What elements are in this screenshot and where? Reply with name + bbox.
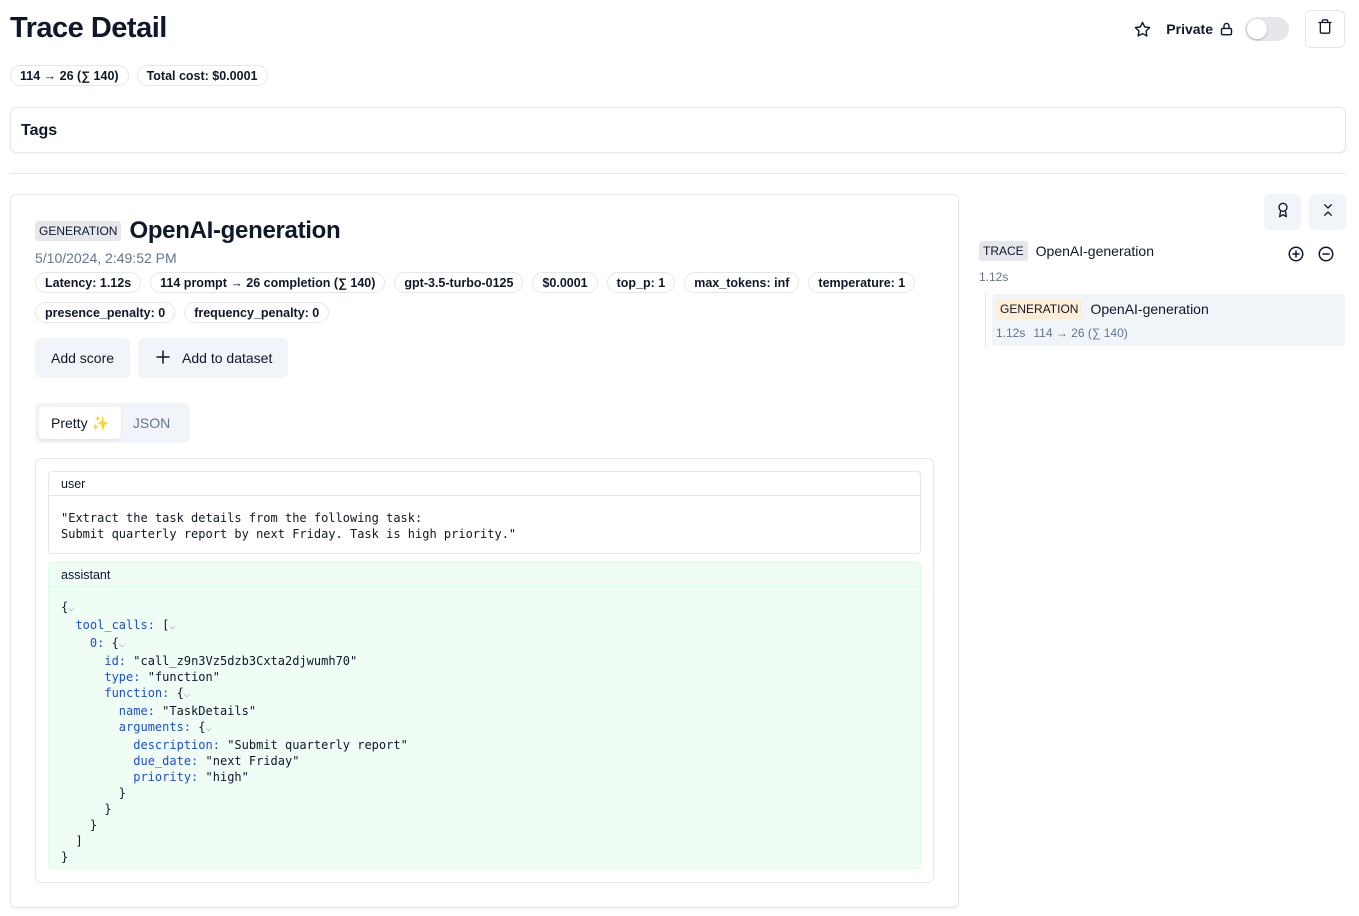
arg-description: "Submit quarterly report" (227, 738, 408, 752)
observation-header: GENERATION OpenAI-generation (35, 217, 341, 245)
tool-call-id: "call_z9n3Vz5dzb3Cxta2djwumh70" (133, 654, 358, 668)
generation-name: OpenAI-generation (1090, 301, 1209, 317)
chevrons-collapse-icon (1320, 202, 1336, 223)
header-actions: Private (1132, 10, 1345, 48)
generation-badge: GENERATION (996, 299, 1083, 319)
view-tabs: Pretty ✨ JSON (35, 403, 190, 443)
tree-connector (985, 293, 986, 347)
token-summary-pill: 114 → 26 (∑ 140) (10, 65, 129, 86)
collapse-button[interactable] (1309, 194, 1346, 230)
tab-pretty-label: Pretty (51, 415, 88, 431)
observation-pills: Latency: 1.12s 114 prompt → 26 completio… (35, 272, 935, 323)
generation-node[interactable]: GENERATION OpenAI-generation 1.12s 114 →… (992, 294, 1345, 346)
private-toggle[interactable] (1245, 17, 1289, 41)
tokens-pill: 114 prompt → 26 completion (∑ 140) (150, 272, 386, 293)
tab-json[interactable]: JSON (121, 407, 182, 439)
tab-pretty[interactable]: Pretty ✨ (39, 407, 121, 439)
observation-actions: Add score Add to dataset (35, 338, 289, 378)
total-cost-pill: Total cost: $0.0001 (136, 65, 268, 86)
tree-controls (1287, 245, 1335, 268)
star-icon[interactable] (1132, 19, 1152, 39)
chevron-down-icon[interactable]: ⌵ (119, 639, 125, 650)
arg-due-date: "next Friday" (205, 754, 300, 768)
trace-latency: 1.12s (979, 270, 1009, 284)
add-score-label: Add score (51, 350, 115, 366)
chevron-down-icon[interactable]: ⌵ (206, 723, 212, 734)
divider (10, 173, 1346, 174)
toggle-knob (1247, 19, 1267, 39)
tags-card[interactable]: Tags (10, 107, 1346, 153)
trash-icon (1317, 18, 1333, 40)
top-p-pill: top_p: 1 (606, 272, 676, 293)
user-message: user "Extract the task details from the … (48, 471, 921, 554)
lock-icon (1219, 21, 1235, 37)
trace-name: OpenAI-generation (1035, 243, 1154, 259)
chevron-down-icon[interactable]: ⌵ (184, 689, 190, 700)
trace-badge: TRACE (979, 241, 1028, 261)
function-name: "TaskDetails" (162, 704, 257, 718)
max-tokens-pill: max_tokens: inf (684, 272, 800, 293)
plus-icon (154, 348, 172, 369)
generation-tokens: 114 → 26 (∑ 140) (1033, 326, 1128, 340)
observation-timestamp: 5/10/2024, 2:49:52 PM (35, 250, 177, 266)
generation-latency: 1.12s (996, 326, 1026, 340)
frequency-penalty-pill: frequency_penalty: 0 (184, 302, 330, 323)
observation-type-badge: GENERATION (35, 221, 122, 241)
add-to-dataset-label: Add to dataset (182, 350, 273, 366)
messages-container: user "Extract the task details from the … (35, 458, 934, 883)
arg-priority: "high" (205, 770, 249, 784)
temperature-pill: temperature: 1 (808, 272, 916, 293)
delete-button[interactable] (1305, 10, 1345, 48)
cost-pill: $0.0001 (532, 272, 598, 293)
json-viewer: {⌵ tool_calls: [⌵ 0: {⌵ id: "call_z9n3Vz… (61, 600, 408, 864)
message-role: user (49, 472, 920, 496)
add-score-button[interactable]: Add score (35, 338, 131, 378)
message-content: "Extract the task details from the follo… (61, 511, 517, 541)
presence-penalty-pill: presence_penalty: 0 (35, 302, 176, 323)
sparkles-icon: ✨ (91, 414, 109, 431)
chevron-down-icon[interactable]: ⌵ (169, 621, 175, 632)
trace-node[interactable]: TRACE OpenAI-generation (979, 241, 1154, 261)
observation-card: GENERATION OpenAI-generation 5/10/2024, … (10, 194, 959, 908)
tags-title: Tags (21, 122, 58, 139)
message-role: assistant (49, 563, 920, 587)
assistant-message: assistant {⌵ tool_calls: [⌵ 0: {⌵ id: "c… (48, 562, 921, 869)
private-label: Private (1166, 21, 1213, 37)
scores-button[interactable] (1264, 194, 1301, 230)
collapse-all-icon[interactable] (1317, 245, 1335, 268)
tree-toolbar (1264, 194, 1346, 230)
award-icon (1275, 202, 1291, 223)
page-title: Trace Detail (10, 12, 167, 44)
chevron-down-icon[interactable]: ⌵ (68, 603, 74, 614)
model-pill: gpt-3.5-turbo-0125 (394, 272, 524, 293)
expand-all-icon[interactable] (1287, 245, 1305, 268)
latency-pill: Latency: 1.12s (35, 272, 142, 293)
add-to-dataset-button[interactable]: Add to dataset (138, 338, 289, 378)
tool-type: "function" (147, 670, 220, 684)
observation-name: OpenAI-generation (129, 217, 341, 244)
summary-pills: 114 → 26 (∑ 140) Total cost: $0.0001 (10, 65, 268, 86)
